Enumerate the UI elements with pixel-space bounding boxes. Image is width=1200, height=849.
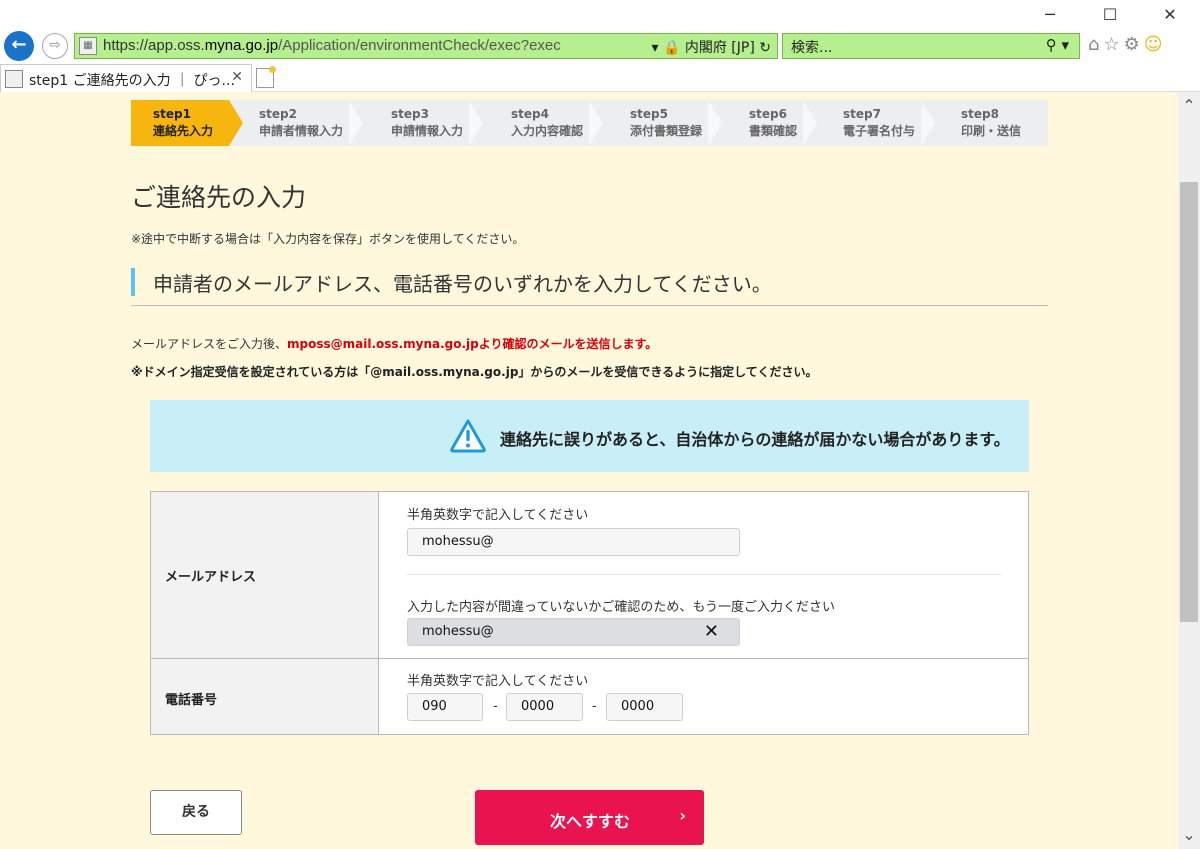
forward-arrow-icon[interactable]: ⇨ xyxy=(42,33,68,59)
email-info-prefix: メールアドレスをご入力後、 xyxy=(131,337,288,351)
step-item-6: step6 書類確認 xyxy=(727,100,817,146)
step-num: step8 xyxy=(961,107,999,121)
step-progress: step1 連絡先入力 step2 申請者情報入力 step3 申請情報入力 s… xyxy=(131,100,1048,146)
email-confirm-value: mohessu@ xyxy=(422,624,494,639)
smiley-icon[interactable]: ☺ xyxy=(1144,34,1167,55)
phone-label: 電話番号 xyxy=(165,693,218,708)
email-confirm-input[interactable]: mohessu@ ✕ xyxy=(407,618,740,646)
step-num: step5 xyxy=(630,107,668,121)
step-label: 印刷・送信 xyxy=(961,124,1022,138)
back-button[interactable]: 戻る xyxy=(150,790,242,835)
next-button-label: 次へすすむ xyxy=(550,812,631,831)
email-info-highlight: mposs@mail.oss.myna.go.jpより確認のメールを送信します。 xyxy=(287,337,658,351)
site-favicon-icon: ▦ xyxy=(79,37,97,55)
email-info: メールアドレスをご入力後、mposs@mail.oss.myna.go.jpより… xyxy=(131,335,657,352)
vertical-scrollbar[interactable]: ⌃ ⌄ xyxy=(1178,92,1200,849)
address-row: ← ⇨ ▦ https://app.oss.myna.go.jp/Applica… xyxy=(0,28,1200,62)
save-note: ※途中で中断する場合は「入力内容を保存」ボタンを使用してください。 xyxy=(131,232,525,246)
home-icon[interactable]: ⌂ xyxy=(1088,34,1103,55)
cert-label[interactable]: 内閣府 [JP] xyxy=(685,40,755,56)
search-input[interactable]: 検索... xyxy=(791,37,832,57)
step-num: step6 xyxy=(749,107,787,121)
step-label: 連絡先入力 xyxy=(153,124,214,138)
url-host-prefix: https://app.oss. xyxy=(103,37,205,54)
address-url[interactable]: https://app.oss.myna.go.jp/Application/e… xyxy=(103,37,561,54)
email-divider xyxy=(407,574,1001,575)
back-arrow-icon[interactable]: ← xyxy=(4,31,34,61)
refresh-icon[interactable]: ↻ xyxy=(759,40,771,56)
step-label: 電子署名付与 xyxy=(843,124,916,138)
phone-dash-1: - xyxy=(493,699,498,714)
search-box[interactable]: 検索... ⚲ ▾ xyxy=(782,33,1080,59)
tab-step1[interactable]: step1 ご連絡先の入力 ｜ ぴっ... ✕ xyxy=(0,64,252,92)
email-input[interactable]: mohessu@ xyxy=(407,528,740,556)
star-icon[interactable]: ☆ xyxy=(1103,34,1123,55)
window-titlebar: ─ ☐ ✕ xyxy=(0,0,1200,28)
step-num: step1 xyxy=(153,107,191,121)
scroll-down-icon[interactable]: ⌄ xyxy=(1178,825,1200,845)
domain-info: ※ドメイン指定受信を設定されている方は「@mail.oss.myna.go.jp… xyxy=(131,365,818,379)
section-heading-text: 申請者のメールアドレス、電話番号のいずれかを入力してください。 xyxy=(153,272,772,296)
step-num: step3 xyxy=(391,107,429,121)
url-path: /Application/environmentCheck/exec?exec xyxy=(278,37,561,54)
email-row: メールアドレス 半角英数字で記入してください mohessu@ 入力した内容が間… xyxy=(151,492,1028,659)
phone-label-cell: 電話番号 xyxy=(151,659,379,734)
address-tools: ▾ 🔒 内閣府 [JP] ↻ xyxy=(651,37,771,57)
step-num: step2 xyxy=(259,107,297,121)
scroll-thumb[interactable] xyxy=(1180,182,1198,622)
new-tab-icon[interactable] xyxy=(256,66,276,88)
email-confirm-hint: 入力した内容が間違っていないかご確認のため、もう一度ご入力ください xyxy=(407,600,835,615)
page-title: ご連絡先の入力 xyxy=(131,183,307,212)
phone-input-2[interactable]: 0000 xyxy=(506,693,583,721)
dropdown-icon[interactable]: ▾ xyxy=(651,40,658,56)
page-viewport: step1 連絡先入力 step2 申請者情報入力 step3 申請情報入力 s… xyxy=(0,92,1178,849)
section-accent-bar xyxy=(131,268,135,296)
chevron-right-icon: › xyxy=(679,806,686,825)
phone-input-3[interactable]: 0000 xyxy=(606,693,683,721)
url-host-domain: myna.go.jp xyxy=(204,37,279,54)
step-label: 申請者情報入力 xyxy=(259,124,344,138)
email-hint: 半角英数字で記入してください xyxy=(407,508,589,523)
toolbar-icons: ⌂☆⚙☺ xyxy=(1088,34,1166,55)
step-label: 添付書類登録 xyxy=(630,124,703,138)
step-item-7: step7 電子署名付与 xyxy=(821,100,935,146)
step-num: step4 xyxy=(511,107,549,121)
section-heading: 申請者のメールアドレス、電話番号のいずれかを入力してください。 xyxy=(131,266,1048,306)
step-item-2: step2 申請者情報入力 xyxy=(237,100,363,146)
close-window-icon[interactable]: ✕ xyxy=(1150,4,1190,26)
phone-input-1[interactable]: 090 xyxy=(407,693,483,721)
warning-icon xyxy=(450,419,486,453)
step-item-4: step4 入力内容確認 xyxy=(489,100,603,146)
step-label: 書類確認 xyxy=(749,124,798,138)
step-item-1: step1 連絡先入力 xyxy=(131,100,243,146)
lock-icon[interactable]: 🔒 xyxy=(663,40,680,56)
address-bar[interactable]: ▦ https://app.oss.myna.go.jp/Application… xyxy=(74,33,778,59)
clear-input-icon[interactable]: ✕ xyxy=(704,621,719,643)
tab-close-icon[interactable]: ✕ xyxy=(231,69,243,85)
tab-row: step1 ご連絡先の入力 ｜ ぴっ... ✕ xyxy=(0,62,1200,92)
email-label: メールアドレス xyxy=(165,570,257,585)
next-button[interactable]: 次へすすむ › xyxy=(475,790,704,845)
scroll-up-icon[interactable]: ⌃ xyxy=(1178,96,1200,116)
step-label: 入力内容確認 xyxy=(511,124,584,138)
step-num: step7 xyxy=(843,107,881,121)
email-label-cell: メールアドレス xyxy=(151,492,379,658)
minimize-icon[interactable]: ─ xyxy=(1030,4,1070,26)
contact-form: メールアドレス 半角英数字で記入してください mohessu@ 入力した内容が間… xyxy=(150,491,1029,735)
phone-hint: 半角英数字で記入してください xyxy=(407,674,589,689)
gear-icon[interactable]: ⚙ xyxy=(1124,34,1144,55)
step-label: 申請情報入力 xyxy=(391,124,464,138)
phone-row: 電話番号 半角英数字で記入してください 090 - 0000 - 0000 xyxy=(151,659,1028,734)
maximize-icon[interactable]: ☐ xyxy=(1090,4,1130,26)
phone-dash-2: - xyxy=(592,699,597,714)
tab-title: step1 ご連絡先の入力 ｜ ぴっ... xyxy=(29,73,235,89)
step-item-8: step8 印刷・送信 xyxy=(939,100,1039,146)
tab-favicon-icon xyxy=(5,70,23,88)
search-icon[interactable]: ⚲ ▾ xyxy=(1046,36,1069,54)
warning-text: 連絡先に誤りがあると、自治体からの連絡が届かない場合があります。 xyxy=(500,430,1010,449)
step-item-5: step5 添付書類登録 xyxy=(608,100,722,146)
warning-alert: 連絡先に誤りがあると、自治体からの連絡が届かない場合があります。 xyxy=(150,400,1029,472)
step-item-3: step3 申請情報入力 xyxy=(369,100,483,146)
